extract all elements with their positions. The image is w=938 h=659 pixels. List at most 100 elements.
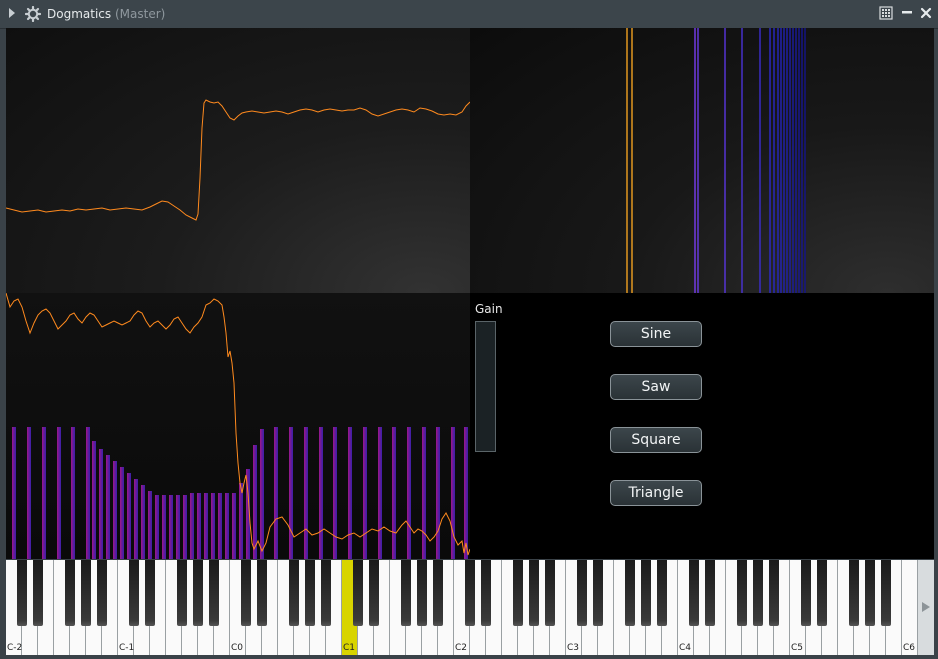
black-key[interactable]: [209, 560, 219, 626]
black-key[interactable]: [193, 560, 203, 626]
spectrum-lines: [626, 28, 806, 293]
black-key[interactable]: [577, 560, 587, 626]
black-key[interactable]: [433, 560, 443, 626]
square-button[interactable]: Square: [610, 427, 702, 453]
black-key[interactable]: [545, 560, 555, 626]
harmonic-bar: [27, 427, 31, 559]
black-key[interactable]: [305, 560, 315, 626]
black-key[interactable]: [465, 560, 475, 626]
piano-keyboard[interactable]: C-2 C-1 C0 C1 C2 C3 C4 C5 C6: [6, 560, 918, 655]
harmonic-bar: [176, 495, 180, 559]
black-key[interactable]: [241, 560, 251, 626]
black-key[interactable]: [865, 560, 875, 626]
black-key[interactable]: [321, 560, 331, 626]
harmonic-bar: [407, 427, 411, 559]
harmonic-bar: [378, 427, 382, 559]
harmonic-bar: [86, 427, 90, 559]
black-key[interactable]: [257, 560, 267, 626]
black-key[interactable]: [593, 560, 603, 626]
waveform-svg: [6, 99, 470, 221]
controls-panel: Gain Sine Saw Square Triangle: [470, 293, 934, 559]
harmonic-bar: [451, 427, 455, 559]
black-key[interactable]: [417, 560, 427, 626]
black-key[interactable]: [657, 560, 667, 626]
harmonic-bar: [204, 493, 208, 559]
harmonic-bar: [211, 493, 215, 559]
harmonic-bar: [162, 495, 166, 559]
black-key[interactable]: [769, 560, 779, 626]
harmonic-bar: [12, 427, 16, 559]
gain-slider[interactable]: [475, 321, 496, 452]
saw-button[interactable]: Saw: [610, 374, 702, 400]
octave-label: C-2: [7, 643, 23, 653]
keyboard-scrollbar[interactable]: [918, 560, 934, 655]
harmonic-bar: [239, 483, 243, 559]
black-key[interactable]: [817, 560, 827, 626]
black-key[interactable]: [401, 560, 411, 626]
black-key[interactable]: [481, 560, 491, 626]
black-key[interactable]: [513, 560, 523, 626]
white-key[interactable]: C6: [902, 560, 918, 655]
black-key[interactable]: [129, 560, 139, 626]
harmonic-bar: [218, 493, 222, 559]
triangle-right-icon[interactable]: [9, 8, 15, 18]
black-key[interactable]: [145, 560, 155, 626]
harmonic-bars: [12, 427, 468, 559]
black-key[interactable]: [289, 560, 299, 626]
spectrum-svg: [626, 28, 806, 293]
harmonic-bar: [304, 427, 308, 559]
grid-icon[interactable]: [879, 6, 893, 20]
harmonic-bar: [253, 445, 257, 559]
harmonic-bar: [232, 493, 236, 559]
sine-button[interactable]: Sine: [610, 321, 702, 347]
harmonic-bar: [197, 493, 201, 559]
harmonic-bar: [348, 427, 352, 559]
black-key[interactable]: [17, 560, 27, 626]
harmonic-bar: [436, 427, 440, 559]
black-key[interactable]: [177, 560, 187, 626]
black-key[interactable]: [881, 560, 891, 626]
triangle-button[interactable]: Triangle: [610, 480, 702, 506]
title-bar[interactable]: Dogmatics (Master): [0, 0, 938, 29]
scroll-right-icon[interactable]: [922, 602, 930, 612]
harmonic-bar: [155, 495, 159, 559]
black-key[interactable]: [625, 560, 635, 626]
black-key[interactable]: [689, 560, 699, 626]
minimize-icon[interactable]: [900, 6, 914, 20]
gear-icon[interactable]: [25, 6, 41, 22]
black-key[interactable]: [97, 560, 107, 626]
black-key[interactable]: [705, 560, 715, 626]
black-key[interactable]: [753, 560, 763, 626]
harmonics-svg: [6, 293, 470, 559]
waveform-display: [6, 28, 470, 293]
octave-label: C4: [679, 643, 692, 653]
harmonic-bar: [289, 427, 293, 559]
harmonics-trace: [6, 293, 470, 556]
harmonic-bar: [169, 495, 173, 559]
harmonic-bar: [71, 427, 75, 559]
harmonic-bar: [120, 467, 124, 559]
black-key[interactable]: [33, 560, 43, 626]
harmonic-bar: [99, 449, 103, 559]
black-key[interactable]: [369, 560, 379, 626]
black-key[interactable]: [81, 560, 91, 626]
black-key[interactable]: [529, 560, 539, 626]
black-key[interactable]: [65, 560, 75, 626]
harmonic-bar: [319, 427, 323, 559]
mixer-track: (Master): [114, 7, 166, 21]
harmonic-bar: [42, 427, 46, 559]
close-icon[interactable]: [919, 6, 933, 20]
harmonic-bar: [225, 493, 229, 559]
window-title: Dogmatics (Master): [47, 7, 165, 21]
black-key[interactable]: [849, 560, 859, 626]
black-key[interactable]: [737, 560, 747, 626]
black-key[interactable]: [801, 560, 811, 626]
black-key[interactable]: [641, 560, 651, 626]
octave-label: C3: [567, 643, 580, 653]
octave-label: C2: [455, 643, 468, 653]
black-key[interactable]: [353, 560, 363, 626]
harmonic-bar: [260, 429, 264, 559]
harmonic-bar: [134, 479, 138, 559]
octave-label: C-1: [119, 643, 135, 653]
harmonics-display: [6, 293, 470, 559]
